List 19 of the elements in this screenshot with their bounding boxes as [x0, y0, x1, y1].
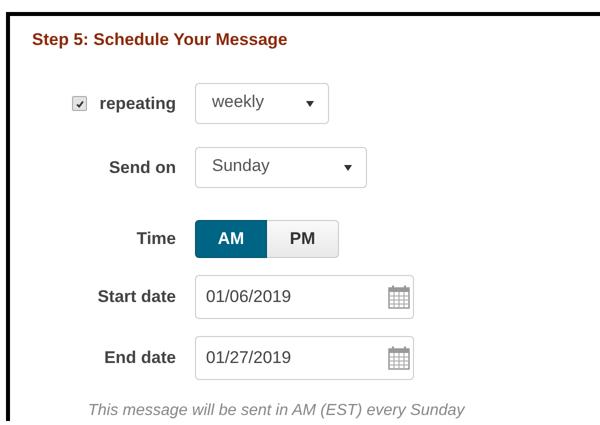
time-toggle-button[interactable]: AM — [195, 220, 267, 258]
date-field[interactable]: 01/27/2019 — [195, 336, 414, 380]
time-label: Time — [136, 229, 176, 249]
calendar-icon[interactable] — [388, 285, 410, 309]
calendar-icon[interactable] — [388, 346, 410, 370]
section-title: Step 5: Schedule Your Message — [32, 30, 288, 50]
frequency-select[interactable]: weekly — [195, 83, 329, 124]
time-toggle-button[interactable]: PM — [267, 220, 339, 258]
date-label: Start date — [98, 287, 176, 307]
repeating-checkbox[interactable] — [72, 96, 88, 111]
checkmark-icon — [74, 98, 85, 108]
schedule-summary: This message will be sent in AM (EST) every Sunday — [88, 402, 466, 420]
date-field[interactable]: 01/06/2019 — [195, 275, 414, 319]
date-label: End date — [104, 348, 176, 368]
day-select[interactable]: Sunday — [195, 147, 367, 188]
caret-icon — [306, 100, 314, 106]
caret-icon — [344, 164, 352, 170]
repeating-label: repeating — [99, 94, 176, 114]
send-on-label: Send on — [108, 158, 176, 178]
